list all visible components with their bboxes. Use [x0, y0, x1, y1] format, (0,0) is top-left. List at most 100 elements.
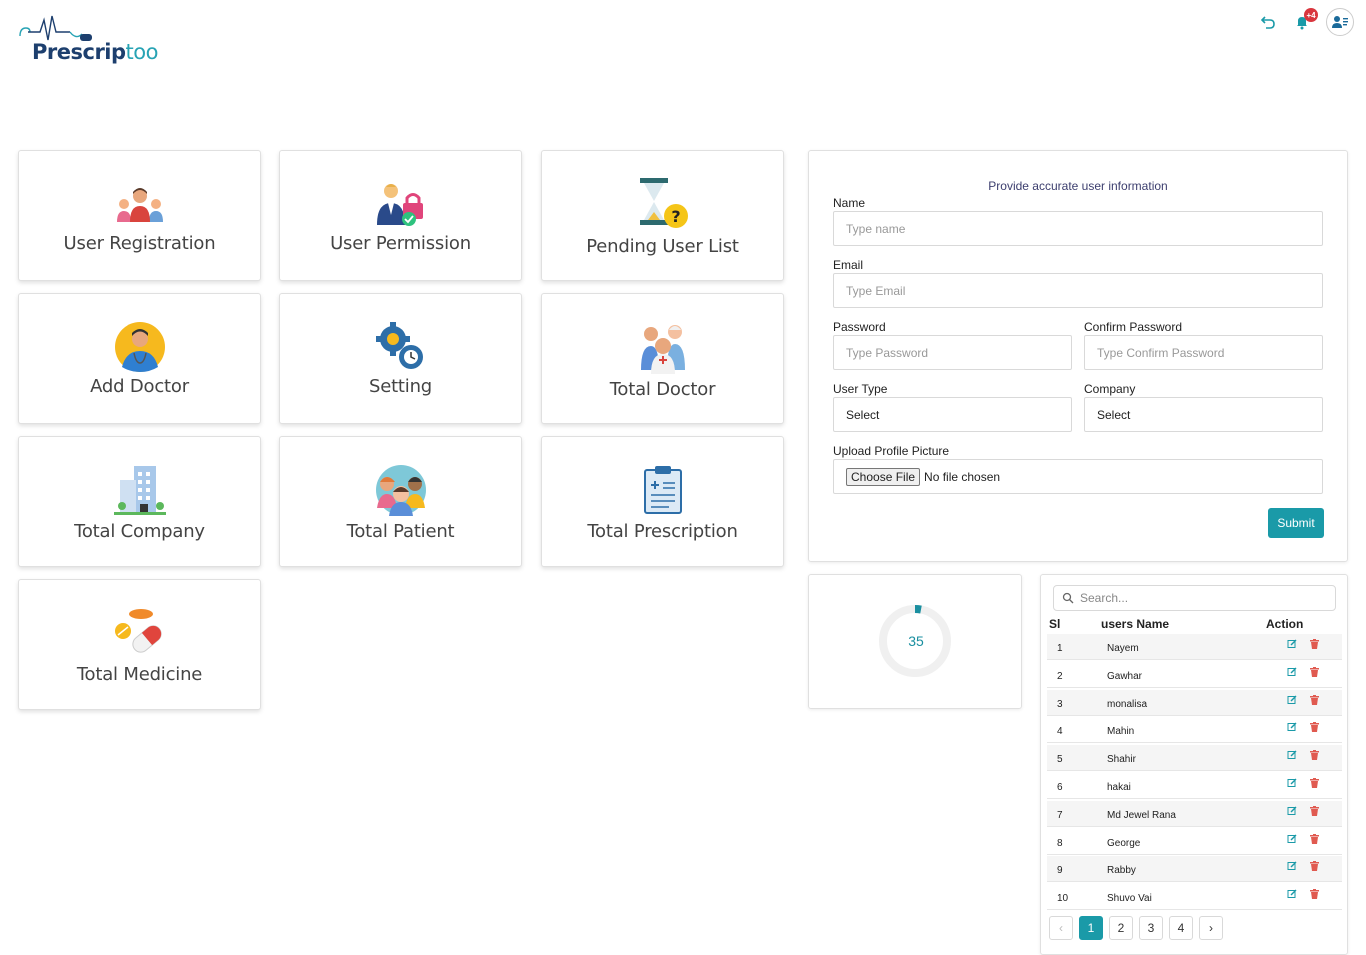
delete-icon[interactable] — [1310, 889, 1319, 902]
table-row: 9 Rabby — [1047, 856, 1342, 883]
notification-badge: +4 — [1304, 8, 1318, 22]
col-si: Sl — [1049, 617, 1061, 631]
clipboard-icon — [636, 461, 690, 519]
delete-icon[interactable] — [1310, 833, 1319, 847]
company-select[interactable]: Select — [1084, 397, 1323, 432]
confirm-password-input[interactable]: Type Confirm Password — [1084, 335, 1323, 370]
card-total-patient[interactable]: Total Patient — [279, 436, 522, 567]
row-user-name: monalisa — [1107, 698, 1148, 710]
delete-icon[interactable] — [1310, 694, 1319, 708]
choose-file-button[interactable]: Choose File — [846, 467, 921, 486]
card-label: Total Patient — [346, 521, 455, 542]
company-label: Company — [1084, 382, 1136, 396]
page-button[interactable]: 3 — [1139, 916, 1163, 940]
card-total-medicine[interactable]: Total Medicine — [18, 579, 261, 710]
card-user-registration[interactable]: User Registration — [18, 150, 261, 281]
pagination: ‹ 1 2 3 4 › — [1049, 916, 1223, 940]
hourglass-question-icon: ? — [636, 174, 690, 234]
edit-icon[interactable] — [1287, 778, 1297, 791]
building-icon — [113, 461, 167, 519]
user-type-select[interactable]: Select — [833, 397, 1072, 432]
edit-icon[interactable] — [1287, 639, 1297, 652]
card-label: Total Medicine — [76, 664, 203, 685]
user-count-value: 35 — [908, 633, 924, 649]
row-si: 4 — [1057, 726, 1063, 738]
delete-icon[interactable] — [1310, 805, 1319, 819]
card-total-prescription[interactable]: Total Prescription — [541, 436, 784, 567]
table-row: 4 Mahin — [1047, 717, 1342, 744]
card-label: User Registration — [63, 233, 216, 254]
card-label: Add Doctor — [90, 376, 189, 397]
edit-icon[interactable] — [1287, 695, 1297, 708]
submit-button[interactable]: Submit — [1268, 508, 1324, 538]
row-si: 6 — [1057, 782, 1063, 793]
card-label: Total Doctor — [609, 379, 716, 400]
delete-icon[interactable] — [1310, 861, 1319, 874]
edit-icon[interactable] — [1287, 861, 1297, 874]
row-user-name: Gawhar — [1107, 670, 1143, 682]
row-user-name: Rabby — [1107, 865, 1136, 877]
user-lock-icon — [374, 177, 428, 231]
name-input[interactable]: Type name — [833, 211, 1323, 246]
edit-icon[interactable] — [1287, 889, 1297, 902]
name-label: Name — [833, 196, 866, 210]
delete-icon[interactable] — [1310, 666, 1319, 680]
password-input[interactable]: Type Password — [833, 335, 1072, 370]
edit-icon[interactable] — [1287, 722, 1297, 735]
col-users-name: users Name — [1101, 617, 1170, 631]
row-user-name: Shuvo Vai — [1107, 893, 1152, 905]
card-setting[interactable]: Setting — [279, 293, 522, 424]
edit-icon[interactable] — [1287, 667, 1297, 680]
file-status: No file chosen — [924, 469, 1001, 484]
delete-icon[interactable] — [1310, 639, 1319, 652]
user-menu-button[interactable] — [1326, 8, 1354, 36]
notification-bell-button[interactable]: +4 — [1292, 8, 1318, 32]
card-label: Pending User List — [586, 236, 739, 257]
page-button[interactable]: 1 — [1079, 916, 1103, 940]
brand-name-main: Prescrip — [32, 40, 126, 64]
table-row: 8 George — [1047, 829, 1342, 855]
row-user-name: Shahir — [1107, 754, 1136, 766]
card-total-company[interactable]: Total Company — [18, 436, 261, 567]
email-input[interactable]: Type Email — [833, 273, 1323, 308]
delete-icon[interactable] — [1310, 750, 1319, 763]
pagination-next[interactable]: › — [1199, 916, 1223, 940]
email-label: Email — [833, 258, 864, 272]
row-si: 5 — [1057, 754, 1063, 766]
svg-text:?: ? — [671, 207, 680, 226]
brand-name: Prescriptoo — [32, 40, 158, 64]
user-registration-form: Provide accurate user information Name T… — [808, 150, 1348, 562]
col-action: Action — [1266, 617, 1304, 631]
brand-name-accent: too — [125, 40, 159, 64]
table-row: 1 Nayem — [1047, 634, 1342, 660]
password-label: Password — [833, 320, 886, 334]
gears-icon — [374, 320, 428, 374]
row-si: 10 — [1057, 893, 1069, 905]
card-total-doctor[interactable]: Total Doctor — [541, 293, 784, 424]
edit-icon[interactable] — [1287, 750, 1297, 763]
table-row: 2 Gawhar — [1047, 662, 1342, 688]
delete-icon[interactable] — [1310, 778, 1319, 791]
card-user-permission[interactable]: User Permission — [279, 150, 522, 281]
table-row: 7 Md Jewel Rana — [1047, 800, 1342, 827]
user-type-label: User Type — [833, 382, 888, 396]
card-add-doctor[interactable]: Add Doctor — [18, 293, 261, 424]
row-user-name: George — [1107, 837, 1141, 849]
pagination-prev[interactable]: ‹ — [1049, 916, 1073, 940]
row-si: 9 — [1057, 865, 1063, 877]
undo-icon[interactable] — [1258, 12, 1278, 32]
form-title: Provide accurate user information — [988, 179, 1168, 193]
delete-icon[interactable] — [1310, 722, 1319, 735]
card-label: Setting — [368, 376, 433, 397]
brand-logo[interactable]: Prescriptoo — [18, 14, 168, 70]
edit-icon[interactable] — [1287, 806, 1297, 819]
table-search-input[interactable]: Search... — [1053, 585, 1336, 611]
page-button[interactable]: 2 — [1109, 916, 1133, 940]
row-user-name: Mahin — [1107, 726, 1135, 738]
table-row: 3 monalisa — [1047, 689, 1342, 716]
edit-icon[interactable] — [1287, 834, 1297, 847]
doctors-group-icon — [636, 317, 690, 377]
card-pending-user-list[interactable]: ? Pending User List — [541, 150, 784, 281]
page-button[interactable]: 4 — [1169, 916, 1193, 940]
pills-icon — [113, 604, 167, 662]
